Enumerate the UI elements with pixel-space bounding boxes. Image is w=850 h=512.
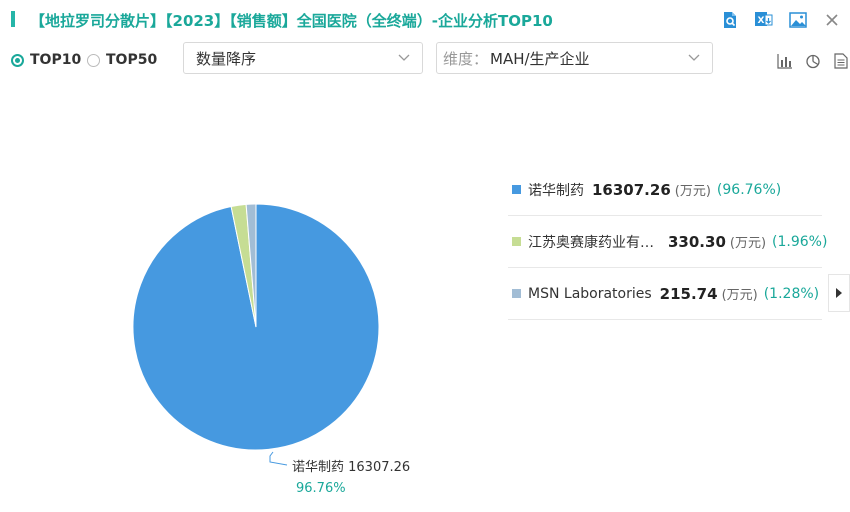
header-toolbar: X	[718, 9, 844, 31]
callout-leader-line	[269, 451, 288, 466]
legend-name: MSN Laboratories	[528, 285, 652, 302]
legend-swatch	[512, 289, 521, 298]
close-icon[interactable]	[820, 9, 844, 31]
legend-swatch	[512, 237, 521, 246]
legend-value: 16307.26	[592, 180, 671, 199]
legend-name: 诺华制药	[528, 182, 584, 199]
pie-slices	[132, 203, 380, 451]
search-doc-icon[interactable]	[718, 9, 742, 31]
play-right-icon	[836, 288, 842, 298]
legend-value: 330.30	[668, 232, 726, 251]
legend-item[interactable]: 江苏奥赛康药业有… 330.30 (万元) (1.96%)	[508, 216, 827, 268]
legend-unit: (万元)	[674, 184, 711, 199]
legend-unit: (万元)	[729, 236, 767, 251]
legend-value: 215.74	[659, 284, 718, 303]
table-icon[interactable]	[832, 52, 850, 70]
legend-name: 江苏奥赛康药业有…	[528, 234, 654, 251]
bar-chart-icon[interactable]	[776, 52, 794, 70]
dimension-value: MAH/生产企业	[490, 49, 590, 68]
legend-item[interactable]: 诺华制药 16307.26 (万元) (96.76%)	[508, 164, 822, 216]
legend-unit: (万元)	[721, 288, 758, 303]
legend-percent: (1.28%)	[763, 285, 820, 302]
chevron-down-icon	[688, 54, 700, 61]
pie-chart-icon[interactable]	[804, 52, 822, 70]
legend-swatch	[512, 185, 521, 194]
legend-next-button[interactable]	[828, 274, 850, 312]
callout-percent: 96.76%	[296, 481, 346, 496]
legend-item[interactable]: MSN Laboratories 215.74 (万元) (1.28%)	[508, 268, 822, 320]
chart-type-switcher	[776, 52, 850, 70]
excel-export-icon[interactable]: X	[752, 9, 776, 31]
pie-chart: 诺华制药 16307.26 96.76%	[132, 203, 410, 496]
svg-text:X: X	[758, 16, 765, 26]
legend-percent: (96.76%)	[716, 181, 782, 198]
image-export-icon[interactable]	[786, 9, 810, 31]
callout-label: 诺华制药 16307.26	[292, 460, 410, 475]
legend-percent: (1.96%)	[772, 233, 828, 250]
